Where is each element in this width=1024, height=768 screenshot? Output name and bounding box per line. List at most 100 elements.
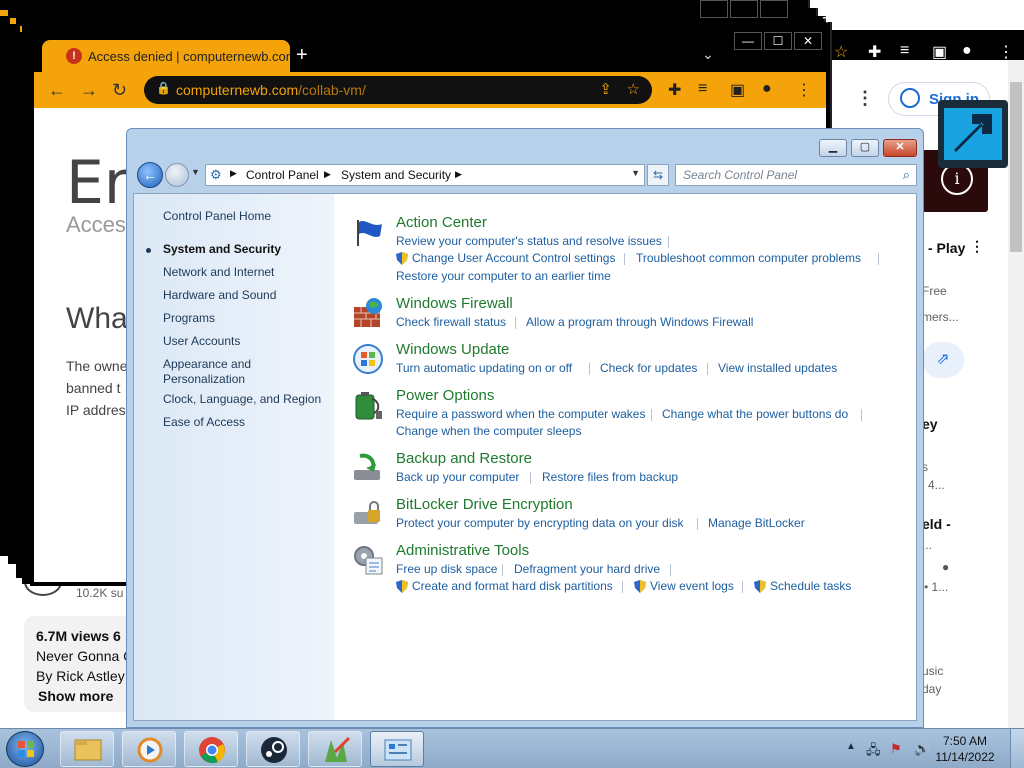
chevron-right-icon[interactable]: ▶ xyxy=(230,168,237,179)
maximize-button[interactable]: ▢ xyxy=(851,139,879,157)
nav-system-and-security[interactable]: System and Security xyxy=(163,242,281,257)
show-more-button[interactable]: Show more xyxy=(38,688,113,704)
restore-icon[interactable]: ❐ xyxy=(958,2,971,19)
section-link[interactable]: Schedule tasks xyxy=(770,579,851,593)
back-arrow-icon[interactable]: ← xyxy=(48,80,66,101)
taskbar-control-panel-button[interactable] xyxy=(370,731,424,767)
section-title[interactable]: Windows Firewall xyxy=(396,295,513,312)
taskbar-media-player-button[interactable] xyxy=(122,731,176,767)
section-title[interactable]: Backup and Restore xyxy=(396,450,532,467)
taskbar-steam-button[interactable] xyxy=(246,731,300,767)
profile-icon[interactable]: ● xyxy=(962,42,972,60)
remote-desktop-icon[interactable] xyxy=(938,100,1008,168)
minimize-button[interactable] xyxy=(700,0,728,18)
star-icon[interactable]: ☆ xyxy=(627,80,640,98)
section-link[interactable]: Manage BitLocker xyxy=(708,516,805,530)
maximize-button[interactable] xyxy=(730,0,758,18)
plus-icon[interactable]: + xyxy=(822,8,833,29)
profile-icon[interactable]: ● xyxy=(762,80,772,98)
more-vert-icon[interactable]: ⋮ xyxy=(856,88,874,109)
extensions-icon[interactable]: ✚ xyxy=(668,80,681,100)
section-title[interactable]: Action Center xyxy=(396,214,487,231)
section-title[interactable]: Administrative Tools xyxy=(396,542,529,559)
section-link[interactable]: View installed updates xyxy=(718,361,837,375)
close-button[interactable] xyxy=(760,0,788,18)
browser-tab[interactable]: ! Access denied | computernewb.com xyxy=(42,40,290,72)
nav-clock-language-region[interactable]: Clock, Language, and Region xyxy=(163,392,321,407)
chevron-down-icon[interactable]: ⌄ xyxy=(900,10,910,24)
more-vert-icon[interactable]: ⋮ xyxy=(970,238,984,255)
section-link[interactable]: Back up your computer xyxy=(396,470,519,484)
sidepanel-icon[interactable]: ▣ xyxy=(730,80,745,100)
forward-button[interactable] xyxy=(165,163,189,187)
menu-icon[interactable]: ⋮ xyxy=(998,42,1014,62)
back-button[interactable]: ← xyxy=(137,162,163,188)
section-link[interactable]: Require a password when the computer wak… xyxy=(396,407,645,421)
share-icon[interactable]: ⇪ xyxy=(599,80,612,98)
breadcrumb-item[interactable]: Control Panel xyxy=(246,168,319,182)
address-bar[interactable]: ⚙ ▶ Control Panel ▶ System and Security … xyxy=(205,164,645,186)
reload-icon[interactable]: ↻ xyxy=(112,80,127,101)
nav-programs[interactable]: Programs xyxy=(163,311,215,326)
action-center-flag-icon[interactable]: ⚑ xyxy=(890,741,902,757)
section-link[interactable]: View event logs xyxy=(650,579,734,593)
close-button[interactable]: ✕ xyxy=(794,32,822,50)
yt-text[interactable]: ey xyxy=(922,416,938,432)
show-desktop-button[interactable] xyxy=(1010,729,1024,768)
section-title[interactable]: Power Options xyxy=(396,387,494,404)
maximize-button[interactable]: ☐ xyxy=(764,32,792,50)
section-link[interactable]: Troubleshoot common computer problems xyxy=(636,251,861,265)
close-icon[interactable]: ✕ xyxy=(992,2,1004,19)
nav-control-panel-home[interactable]: Control Panel Home xyxy=(163,209,271,224)
yt-text[interactable]: eld - xyxy=(922,516,951,532)
media-controls-icon[interactable]: ≡ xyxy=(698,80,707,98)
section-title[interactable]: Windows Update xyxy=(396,341,509,358)
nav-hardware-and-sound[interactable]: Hardware and Sound xyxy=(163,288,276,303)
section-link[interactable]: Change what the power buttons do xyxy=(662,407,848,421)
taskbar-explorer-button[interactable] xyxy=(60,731,114,767)
lock-icon[interactable]: 🔒 xyxy=(156,81,171,95)
nav-user-accounts[interactable]: User Accounts xyxy=(163,334,240,349)
minimize-button[interactable]: — xyxy=(734,32,762,50)
nav-appearance[interactable]: Personalization xyxy=(163,372,245,387)
yt-text[interactable]: - Play xyxy=(928,240,965,256)
section-link[interactable]: Check for updates xyxy=(600,361,697,375)
forward-arrow-icon[interactable]: → xyxy=(80,80,98,101)
section-link[interactable]: Defragment your hard drive xyxy=(514,562,660,576)
system-clock[interactable]: 7:50 AM 11/14/2022 xyxy=(930,733,1000,765)
section-link[interactable]: Review your computer's status and resolv… xyxy=(396,234,662,248)
refresh-button[interactable]: ⇆ xyxy=(647,164,669,186)
address-bar[interactable]: 🔒 computernewb.com/collab-vm/ ⇪ ☆ xyxy=(144,76,652,104)
taskbar-paint-button[interactable] xyxy=(308,731,362,767)
section-link[interactable]: Restore your computer to an earlier time xyxy=(396,269,611,283)
start-button[interactable] xyxy=(6,731,44,767)
nav-ease-of-access[interactable]: Ease of Access xyxy=(163,415,245,430)
section-link[interactable]: Protect your computer by encrypting data… xyxy=(396,516,683,530)
address-dropdown[interactable]: ▼ xyxy=(631,168,640,178)
section-link[interactable]: Free up disk space xyxy=(396,562,497,576)
minimize-button[interactable]: ▁ xyxy=(819,139,847,157)
search-input[interactable]: Search Control Panel ⌕ xyxy=(675,164,917,186)
menu-icon[interactable]: ⋮ xyxy=(796,80,812,100)
chevron-right-icon[interactable]: ▶ xyxy=(324,169,331,180)
nav-appearance[interactable]: Appearance and xyxy=(163,357,251,372)
section-title[interactable]: BitLocker Drive Encryption xyxy=(396,496,573,513)
section-link[interactable]: Check firewall status xyxy=(396,315,506,329)
extensions-icon[interactable]: ✚ xyxy=(868,42,881,62)
volume-icon[interactable]: 🔊 xyxy=(914,741,930,757)
recent-pages-dropdown[interactable]: ▼ xyxy=(191,167,200,177)
section-link[interactable]: Restore files from backup xyxy=(542,470,678,484)
network-icon[interactable]: 🖧 xyxy=(866,741,881,763)
sidepanel-icon[interactable]: ▣ xyxy=(932,42,947,62)
section-link[interactable]: Turn automatic updating on or off xyxy=(396,361,572,375)
section-link[interactable]: Change when the computer sleeps xyxy=(396,424,581,438)
section-link[interactable]: Create and format hard disk partitions xyxy=(412,579,613,593)
section-link[interactable]: Change User Account Control settings xyxy=(412,251,615,265)
star-icon[interactable]: ☆ xyxy=(834,42,848,62)
taskbar-chrome-button[interactable] xyxy=(184,731,238,767)
minimize-icon[interactable]: — xyxy=(934,4,948,20)
section-link[interactable]: Allow a program through Windows Firewall xyxy=(526,315,753,329)
open-external-icon[interactable]: ⇗ xyxy=(922,342,964,378)
show-hidden-icons[interactable]: ▲ xyxy=(846,741,856,752)
nav-network-and-internet[interactable]: Network and Internet xyxy=(163,265,274,280)
